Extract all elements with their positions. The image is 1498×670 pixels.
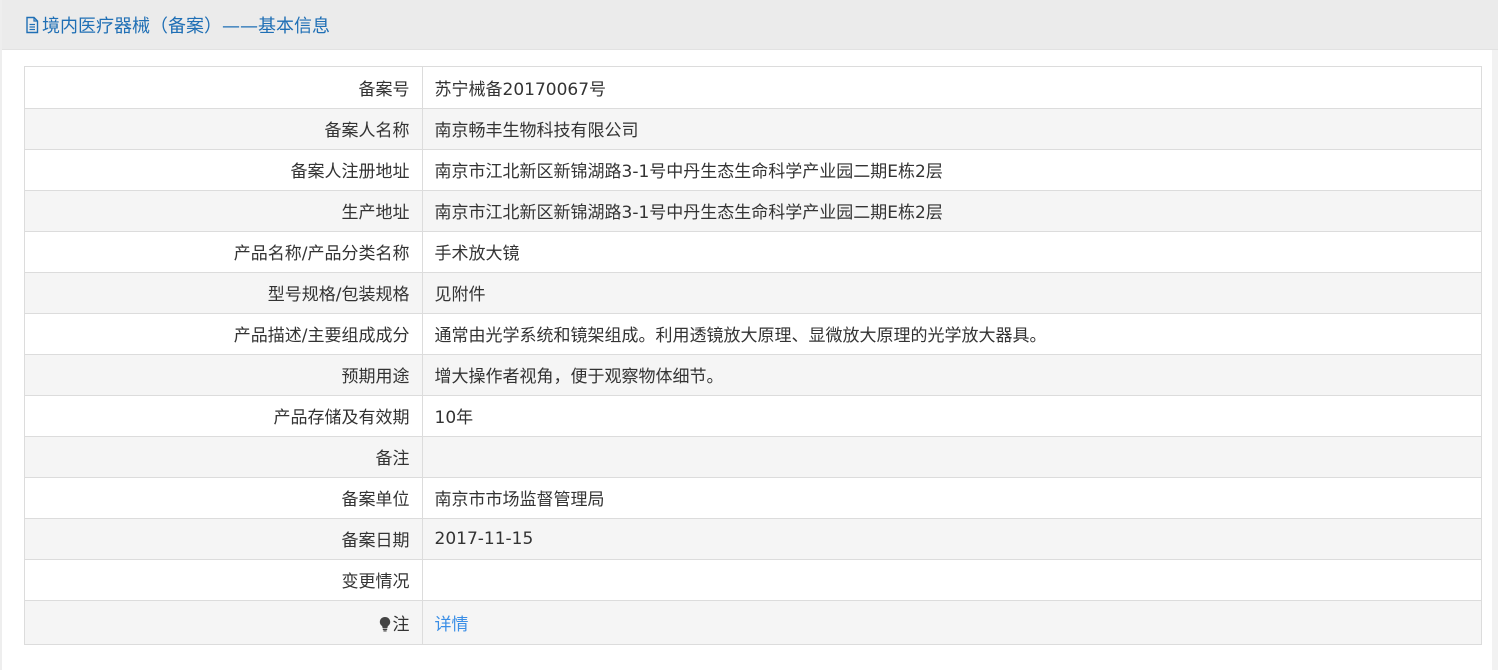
- details-link[interactable]: 详情: [435, 615, 469, 635]
- scroll-track: [1492, 50, 1498, 670]
- row-label: 备案日期: [25, 518, 423, 560]
- row-label: 备案人名称: [25, 108, 423, 150]
- table-row: 型号规格/包装规格 见附件: [25, 272, 1481, 314]
- row-label: 备案人注册地址: [25, 149, 423, 191]
- table-row: 变更情况: [25, 559, 1481, 601]
- info-table-body: 备案号 苏宁械备20170067号 备案人名称 南京畅丰生物科技有限公司 备案人…: [25, 67, 1481, 644]
- table-row: 备案人注册地址 南京市江北新区新锦湖路3-1号中丹生态生命科学产业园二期E栋2层: [25, 149, 1481, 191]
- row-value: 2017-11-15: [422, 518, 1481, 560]
- row-value: 手术放大镜: [422, 231, 1481, 273]
- row-label: 产品描述/主要组成成分: [25, 313, 423, 355]
- row-label: 预期用途: [25, 354, 423, 396]
- lightbulb-icon: [379, 616, 390, 632]
- page-header: 境内医疗器械（备案）——基本信息: [2, 0, 1498, 50]
- row-label: 备注: [25, 436, 423, 478]
- page-title: 境内医疗器械（备案）——基本信息: [24, 12, 330, 38]
- row-value: 南京市江北新区新锦湖路3-1号中丹生态生命科学产业园二期E栋2层: [422, 149, 1481, 191]
- row-label: 变更情况: [25, 559, 423, 601]
- table-row: 备注: [25, 436, 1481, 478]
- table-row: 预期用途 增大操作者视角，便于观察物体细节。: [25, 354, 1481, 396]
- row-label: 产品存储及有效期: [25, 395, 423, 437]
- row-value: 苏宁械备20170067号: [422, 67, 1481, 109]
- row-value: 见附件: [422, 272, 1481, 314]
- row-value: 南京市江北新区新锦湖路3-1号中丹生态生命科学产业园二期E栋2层: [422, 190, 1481, 232]
- note-label: 注: [392, 614, 410, 635]
- page-title-text: 境内医疗器械（备案）——基本信息: [42, 15, 330, 37]
- row-value: 增大操作者视角，便于观察物体细节。: [422, 354, 1481, 396]
- info-table-container: 备案号 苏宁械备20170067号 备案人名称 南京畅丰生物科技有限公司 备案人…: [24, 66, 1482, 645]
- row-label: 生产地址: [25, 190, 423, 232]
- table-row: 产品名称/产品分类名称 手术放大镜: [25, 231, 1481, 273]
- row-value: 南京市市场监督管理局: [422, 477, 1481, 519]
- table-row: 产品描述/主要组成成分 通常由光学系统和镜架组成。利用透镜放大原理、显微放大原理…: [25, 313, 1481, 355]
- page: 境内医疗器械（备案）——基本信息 备案号 苏宁械备20170067号 备案人名称…: [0, 0, 1498, 670]
- table-row: 备案日期 2017-11-15: [25, 518, 1481, 560]
- table-row: 备案人名称 南京畅丰生物科技有限公司: [25, 108, 1481, 150]
- row-value: 南京畅丰生物科技有限公司: [422, 108, 1481, 150]
- row-value: 10年: [422, 395, 1481, 437]
- row-label: 型号规格/包装规格: [25, 272, 423, 314]
- row-value: [422, 436, 1481, 478]
- table-row: 产品存储及有效期 10年: [25, 395, 1481, 437]
- row-value: [422, 559, 1481, 601]
- row-label: 产品名称/产品分类名称: [25, 231, 423, 273]
- table-row: 备案号 苏宁械备20170067号: [25, 67, 1481, 109]
- document-icon: [26, 16, 39, 33]
- note-label-cell: 注: [25, 600, 423, 644]
- info-table: 备案号 苏宁械备20170067号 备案人名称 南京畅丰生物科技有限公司 备案人…: [25, 67, 1481, 644]
- row-label: 备案单位: [25, 477, 423, 519]
- note-value-cell: 详情: [422, 600, 1481, 644]
- table-row: 生产地址 南京市江北新区新锦湖路3-1号中丹生态生命科学产业园二期E栋2层: [25, 190, 1481, 232]
- table-row-note: 注 详情: [25, 600, 1481, 644]
- table-row: 备案单位 南京市市场监督管理局: [25, 477, 1481, 519]
- row-label: 备案号: [25, 67, 423, 109]
- row-value: 通常由光学系统和镜架组成。利用透镜放大原理、显微放大原理的光学放大器具。: [422, 313, 1481, 355]
